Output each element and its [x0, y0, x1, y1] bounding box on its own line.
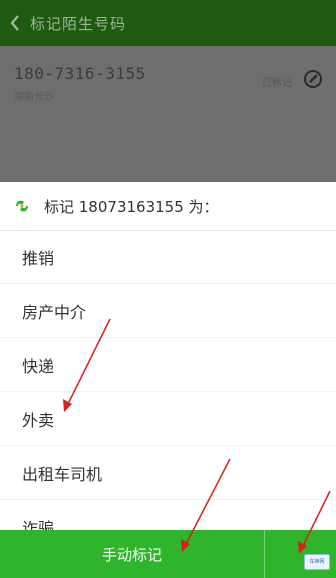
manual-mark-button[interactable]: 手动标记: [0, 530, 265, 578]
option-real-estate-agent[interactable]: 房产中介: [0, 284, 336, 338]
watermark-logo-icon: 车神网: [304, 554, 330, 570]
option-food-delivery[interactable]: 外卖: [0, 392, 336, 446]
mark-sheet: 标记 18073163155 为： 推销 房产中介 快递 外卖 出租车司机 诈骗…: [0, 182, 336, 578]
caller-location: 湖南长沙: [14, 92, 54, 103]
brand-logo-icon: [16, 200, 28, 212]
watermark-text: 车神网: [309, 558, 325, 565]
option-list: 推销 房产中介 快递 外卖 出租车司机 诈骗: [0, 230, 336, 554]
sheet-header: 标记 18073163155 为：: [0, 182, 336, 231]
title-bar: 标记陌生号码: [0, 0, 336, 46]
caller-info: 180-7316-3155 湖南长沙 已标记: [0, 46, 336, 182]
back-arrow-icon[interactable]: [4, 0, 26, 46]
caller-number: 180-7316-3155: [14, 64, 146, 83]
sheet-footer: 手动标记 车神网: [0, 530, 336, 578]
option-express-delivery[interactable]: 快递: [0, 338, 336, 392]
option-promotion[interactable]: 推销: [0, 230, 336, 284]
edit-icon[interactable]: [302, 68, 324, 90]
secondary-footer-button[interactable]: 车神网: [265, 530, 336, 578]
sheet-title: 标记 18073163155 为：: [44, 197, 219, 216]
mark-status-label: 已标记: [262, 78, 292, 89]
option-taxi-driver[interactable]: 出租车司机: [0, 446, 336, 500]
page-title: 标记陌生号码: [30, 14, 127, 33]
